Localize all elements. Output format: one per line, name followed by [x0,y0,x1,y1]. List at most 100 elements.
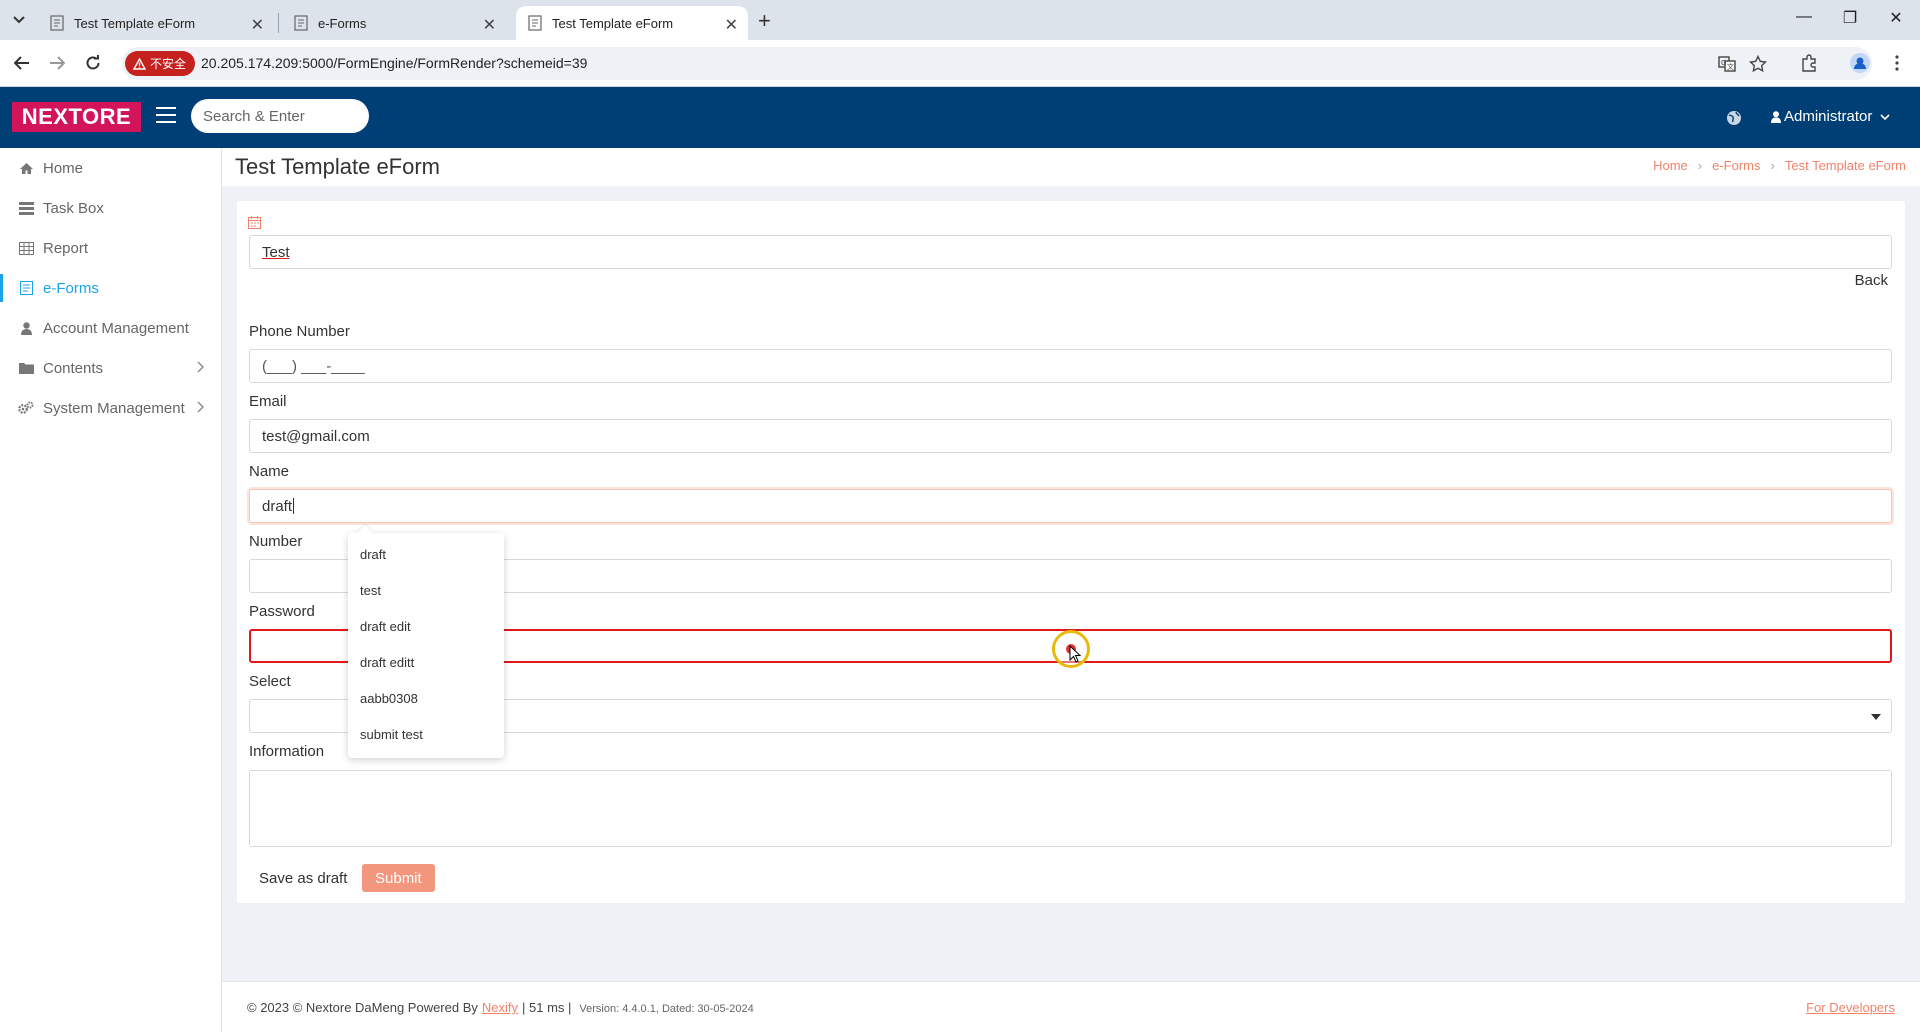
url-text[interactable]: 20.205.174.209:5000/FormEngine/FormRende… [201,55,587,71]
sidebar-item-label: Task Box [43,199,104,217]
tab-search-menu-icon[interactable] [8,9,30,31]
sidebar-item-system-management[interactable]: System Management [0,388,222,428]
autocomplete-option[interactable]: draft editt [360,655,414,670]
browser-tab-1[interactable]: Test Template eForm ✕ [38,6,274,40]
extensions-icon[interactable] [1798,52,1820,74]
number-label: Number [249,533,303,550]
footer-info: © 2023 © Nextore DaMeng Powered By Nexif… [247,1000,754,1015]
browser-tab-3[interactable]: Test Template eForm ✕ [516,6,748,40]
autocomplete-option[interactable]: aabb0308 [360,691,418,706]
title-field-value: Test [262,243,290,261]
search-input[interactable] [191,99,369,133]
folder-icon [18,360,34,376]
for-developers-link[interactable]: For Developers [1806,1000,1895,1015]
caret-down-icon [1871,714,1881,720]
information-label: Information [249,743,325,760]
save-as-draft-button[interactable]: Save as draft [249,864,358,892]
globe-icon[interactable] [1726,110,1742,126]
sidebar-item-account-management[interactable]: Account Management [0,308,222,348]
phone-input[interactable]: (___) ___-____ [249,349,1892,383]
close-tab-icon[interactable]: ✕ [483,15,496,35]
calendar-icon[interactable] [248,216,261,229]
close-tab-icon[interactable]: ✕ [251,15,264,35]
chevron-right-icon [197,401,204,413]
back-link[interactable]: Back [1855,272,1888,289]
minimize-icon[interactable]: — [1794,8,1814,26]
chevron-down-icon [1880,113,1890,120]
task-box-icon [18,200,34,216]
footer: © 2023 © Nextore DaMeng Powered By Nexif… [222,981,1920,1032]
tab-divider [278,13,279,33]
nextore-logo[interactable]: NEXTORE [12,102,141,132]
sidebar-item-report[interactable]: Report [0,228,222,268]
browser-tab-title: Test Template eForm [74,15,196,31]
breadcrumb-separator-icon: › [1697,158,1703,173]
autocomplete-option[interactable]: test [360,583,381,598]
chevron-right-icon [197,361,204,373]
profile-icon[interactable] [1849,52,1871,74]
version-text: Version: 4.4.0.1, Dated: 30-05-2024 [579,1003,754,1015]
translate-icon[interactable]: G文 [1716,53,1738,75]
submit-button[interactable]: Submit [362,864,435,892]
window-close-icon[interactable]: ✕ [1886,8,1906,28]
email-input[interactable]: test@gmail.com [249,419,1892,453]
sidebar-item-label: Report [43,239,89,257]
warning-icon [133,57,146,70]
phone-mask: (___) ___-____ [262,357,365,375]
mouse-pointer-icon [1069,645,1081,663]
user-icon [1771,110,1781,123]
breadcrumb-separator-icon: › [1770,158,1775,173]
insecure-badge[interactable]: 不安全 [125,51,196,76]
breadcrumb-e-forms[interactable]: e-Forms [1712,158,1760,173]
select-label: Select [249,673,291,690]
browser-tab-bar: Test Template eForm ✕ e-Forms ✕ Test Tem… [0,0,1920,40]
browser-tab-2[interactable]: e-Forms ✕ [282,6,506,40]
new-tab-icon[interactable]: + [758,8,771,34]
browser-tab-title: e-Forms [318,15,367,31]
home-icon [18,160,34,176]
sidebar-item-task-box[interactable]: Task Box [0,188,222,228]
user-menu[interactable]: Administrator [1771,108,1890,125]
sidebar-item-label: e-Forms [43,279,99,297]
text-caret [293,498,295,514]
phone-label: Phone Number [249,323,350,340]
svg-text:文: 文 [1727,62,1734,71]
user-icon [18,320,34,336]
name-input[interactable]: draft [249,489,1892,523]
nexify-link[interactable]: Nexify [482,1000,518,1015]
insecure-label: 不安全 [150,57,187,71]
page-icon [528,15,542,31]
sidebar-item-label: Contents [43,359,104,377]
sidebar-item-e-forms[interactable]: e-Forms [0,268,222,308]
timing-text: | 51 ms | [522,1000,572,1015]
name-value: draft [262,497,293,515]
table-icon [18,240,34,256]
page-icon [294,15,308,31]
sidebar-item-home[interactable]: Home [0,148,222,188]
information-textarea[interactable] [249,770,1892,847]
title-field[interactable]: Test [249,235,1892,269]
browser-menu-icon[interactable] [1886,52,1908,74]
form-icon [18,280,34,296]
reload-icon[interactable] [82,52,104,74]
sidebar-item-contents[interactable]: Contents [0,348,222,388]
page-title: Test Template eForm [235,154,441,179]
autocomplete-option[interactable]: submit test [360,727,423,742]
bookmark-star-icon[interactable] [1747,53,1769,75]
sidebar-item-label: System Management [43,399,185,417]
email-label: Email [249,393,287,410]
autocomplete-list: draft test draft edit draft editt aabb03… [348,533,504,758]
back-arrow-icon[interactable] [11,52,33,74]
forward-arrow-icon[interactable] [46,52,68,74]
breadcrumb-current: Test Template eForm [1784,158,1906,173]
autocomplete-option[interactable]: draft edit [360,619,411,634]
breadcrumb-home[interactable]: Home [1653,158,1688,173]
autocomplete-option[interactable]: draft [360,547,386,562]
close-tab-icon[interactable]: ✕ [725,15,738,35]
hamburger-menu-icon[interactable] [156,107,176,125]
address-bar[interactable]: 不安全 20.205.174.209:5000/FormEngine/FormR… [122,47,1872,80]
restore-icon[interactable]: ❐ [1840,8,1860,28]
sidebar: Home Task Box Report e-Forms Account Man… [0,148,222,1032]
svg-text:G: G [1721,59,1726,67]
sidebar-item-label: Account Management [43,319,189,337]
